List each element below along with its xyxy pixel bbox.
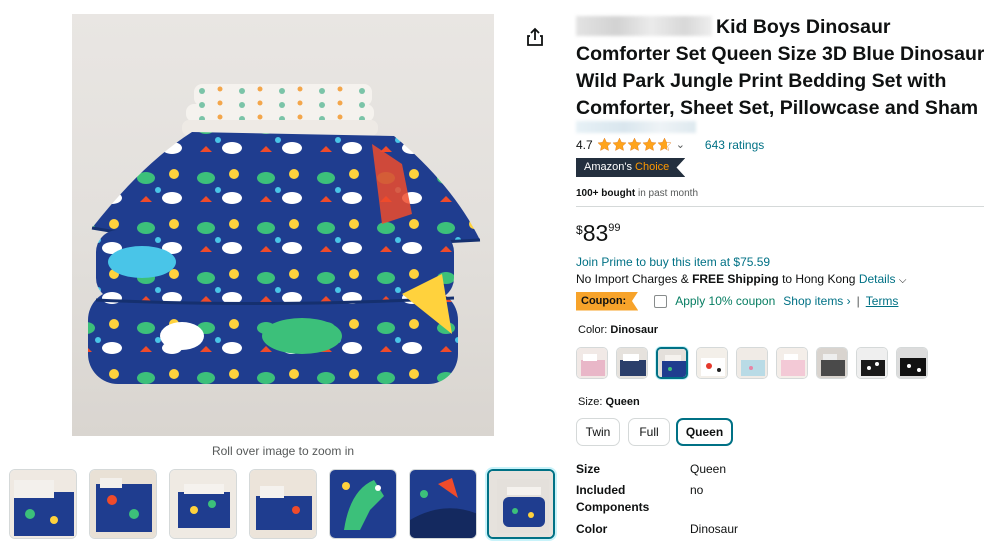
share-button[interactable] bbox=[524, 26, 546, 48]
size-label: Size: Queen bbox=[578, 396, 640, 408]
redacted-brand bbox=[576, 16, 712, 36]
bought-rest: in past month bbox=[637, 188, 699, 199]
color-swatch-dinosaur[interactable] bbox=[656, 347, 688, 379]
color-swatch-2[interactable] bbox=[616, 347, 648, 379]
badge-choice: Choice bbox=[635, 161, 670, 173]
badge-prefix: Amazon's bbox=[584, 161, 632, 173]
thumbnail-7[interactable] bbox=[487, 469, 555, 539]
color-swatch-6[interactable] bbox=[776, 347, 808, 379]
bedding-illustration bbox=[88, 84, 481, 384]
divider bbox=[576, 206, 984, 207]
rating-row: 4.7 ⌄ 643 ratings bbox=[576, 137, 764, 152]
apply-coupon-label[interactable]: Apply 10% coupon bbox=[675, 294, 775, 308]
color-swatch-4[interactable] bbox=[696, 347, 728, 379]
color-value: Dinosaur bbox=[610, 324, 659, 336]
star-half-icon bbox=[657, 137, 672, 151]
color-swatch-1[interactable] bbox=[576, 347, 608, 379]
star-icon bbox=[612, 137, 627, 151]
price-whole: 83 bbox=[582, 220, 609, 246]
chevron-down-icon[interactable]: ⌵ bbox=[899, 275, 907, 286]
coupon-tag: Coupon: bbox=[576, 291, 639, 311]
star-rating[interactable] bbox=[597, 137, 672, 152]
spec-key: Color bbox=[576, 522, 608, 536]
spec-value: Queen bbox=[690, 462, 727, 476]
shipping-prefix: No Import Charges & bbox=[576, 272, 689, 286]
thumbnail-4[interactable] bbox=[249, 469, 317, 539]
price: $ 83 99 bbox=[576, 220, 621, 246]
rating-value: 4.7 bbox=[576, 137, 593, 152]
color-swatch-9[interactable] bbox=[896, 347, 928, 379]
thumbnail-5[interactable] bbox=[329, 469, 397, 539]
size-option-twin[interactable]: Twin bbox=[576, 418, 620, 446]
main-product-image[interactable] bbox=[72, 14, 494, 436]
bought-count: 100+ bought in past month bbox=[576, 188, 698, 199]
price-fraction: 99 bbox=[608, 222, 621, 234]
price-symbol: $ bbox=[576, 223, 583, 237]
store-link-redacted[interactable] bbox=[576, 121, 696, 133]
shipping-destination: to Hong Kong bbox=[782, 272, 856, 286]
color-label-text: Color: bbox=[578, 324, 608, 336]
thumbnail-strip bbox=[9, 469, 561, 539]
thumbnail-2[interactable] bbox=[89, 469, 157, 539]
spec-key: Included Components bbox=[576, 483, 650, 514]
coupon-separator: | bbox=[856, 294, 860, 308]
color-swatch-5[interactable] bbox=[736, 347, 768, 379]
star-icon bbox=[627, 137, 642, 151]
amazons-choice-badge[interactable]: Amazon's Choice bbox=[576, 158, 686, 177]
size-label-text: Size: bbox=[578, 396, 603, 408]
zoom-hint: Roll over image to zoom in bbox=[211, 444, 355, 458]
ratings-count-link[interactable]: 643 ratings bbox=[705, 138, 764, 152]
star-icon bbox=[642, 137, 657, 151]
chevron-down-icon[interactable]: ⌄ bbox=[676, 138, 685, 151]
bought-bold: 100+ bought bbox=[576, 188, 636, 199]
shop-items-link[interactable]: Shop items › bbox=[783, 294, 850, 308]
spec-key: Size bbox=[576, 462, 601, 476]
product-title: Kid Boys Dinosaur Comforter Set Queen Si… bbox=[576, 14, 984, 122]
shipping-info: No Import Charges & FREE Shipping to Hon… bbox=[576, 272, 906, 286]
thumbnail-1[interactable] bbox=[9, 469, 77, 539]
color-swatch-8[interactable] bbox=[856, 347, 888, 379]
spec-value: no bbox=[690, 483, 704, 497]
coupon-row: Coupon: Apply 10% coupon Shop items › | … bbox=[576, 291, 898, 311]
color-label: Color: Dinosaur bbox=[578, 324, 658, 336]
terms-link[interactable]: Terms bbox=[866, 294, 899, 308]
free-shipping: FREE Shipping bbox=[692, 272, 779, 286]
thumbnail-6[interactable] bbox=[409, 469, 477, 539]
prime-offer-link[interactable]: Join Prime to buy this item at $75.59 bbox=[576, 255, 770, 269]
color-swatches bbox=[576, 347, 984, 381]
shipping-details-link[interactable]: Details bbox=[859, 272, 896, 286]
thumbnail-3[interactable] bbox=[169, 469, 237, 539]
size-value: Queen bbox=[605, 396, 640, 408]
size-option-full[interactable]: Full bbox=[628, 418, 670, 446]
size-option-queen[interactable]: Queen bbox=[676, 418, 733, 446]
share-icon bbox=[527, 27, 543, 46]
color-swatch-7[interactable] bbox=[816, 347, 848, 379]
coupon-checkbox[interactable] bbox=[654, 294, 668, 308]
star-icon bbox=[597, 137, 612, 151]
spec-value: Dinosaur bbox=[690, 522, 739, 536]
